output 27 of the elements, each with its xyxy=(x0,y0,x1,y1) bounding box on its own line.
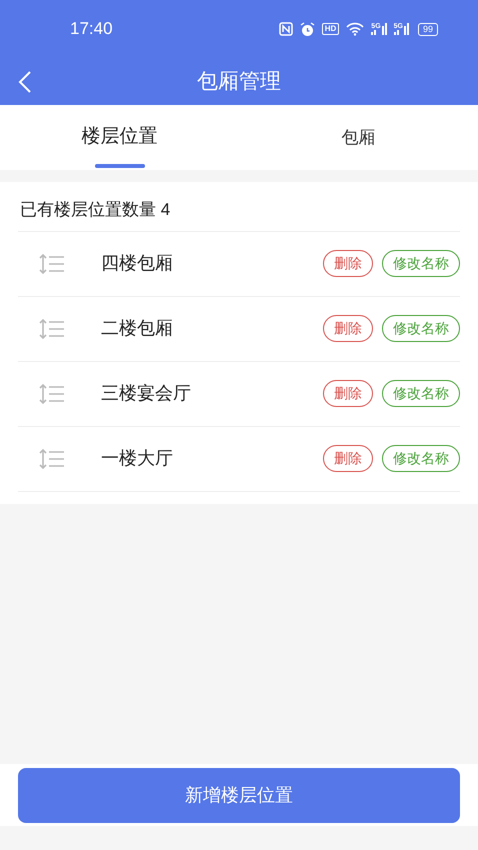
wifi-icon xyxy=(346,22,364,36)
delete-button[interactable]: 删除 xyxy=(323,445,373,472)
battery-indicator: 99 xyxy=(418,22,438,36)
drag-handle-icon[interactable] xyxy=(38,252,65,274)
delete-button[interactable]: 删除 xyxy=(323,315,373,342)
rename-button[interactable]: 修改名称 xyxy=(382,445,460,472)
rename-button[interactable]: 修改名称 xyxy=(382,380,460,407)
drag-handle-icon[interactable] xyxy=(38,448,65,470)
tab[interactable]: 包厢 xyxy=(239,105,478,170)
floor-name: 二楼包厢 xyxy=(101,317,174,340)
rename-button[interactable]: 修改名称 xyxy=(382,250,460,277)
drag-handle-icon[interactable] xyxy=(38,318,65,340)
alarm-clock-icon xyxy=(300,22,315,36)
tab[interactable]: 楼层位置 xyxy=(0,105,239,170)
floor-name: 四楼包厢 xyxy=(101,252,174,275)
rename-button[interactable]: 修改名称 xyxy=(382,315,460,342)
status-time: 17:40 xyxy=(70,18,113,40)
page-title: 包厢管理 xyxy=(197,68,281,95)
nfc-icon xyxy=(278,22,293,36)
add-floor-button[interactable]: 新增楼层位置 xyxy=(18,768,460,822)
delete-button[interactable]: 删除 xyxy=(323,380,373,407)
delete-button[interactable]: 删除 xyxy=(323,250,373,277)
floor-name: 一楼大厅 xyxy=(101,447,174,470)
floor-count-text: 已有楼层位置数量 4 xyxy=(19,199,172,221)
floor-name: 三楼宴会厅 xyxy=(101,382,192,405)
hd-badge: HD xyxy=(322,23,340,35)
drag-handle-icon[interactable] xyxy=(38,382,65,404)
